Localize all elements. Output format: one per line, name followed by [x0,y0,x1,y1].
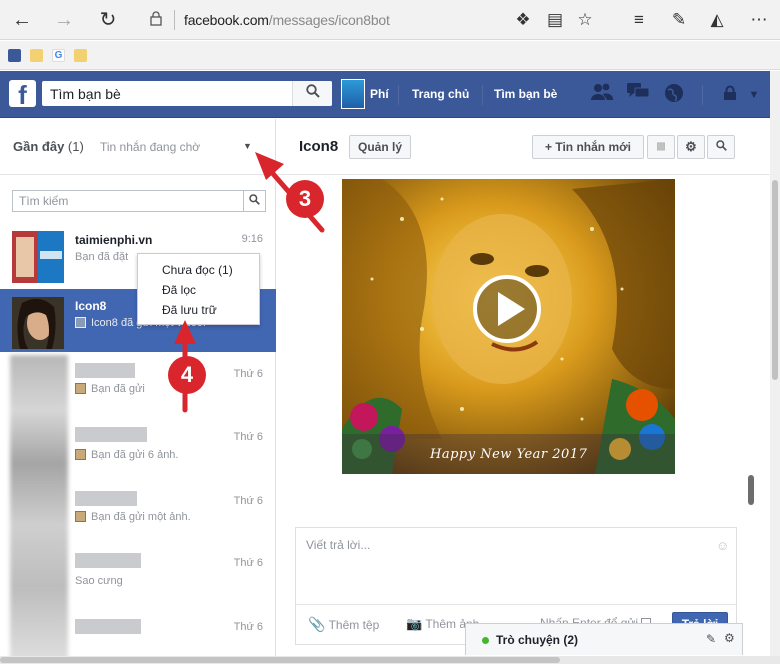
step4-badge: 4 [168,356,206,394]
page-vertical-scroll-thumb[interactable] [772,180,778,380]
page-horizontal-scroll-thumb[interactable] [0,657,560,663]
step3-badge: 3 [286,180,324,218]
annotation-layer [174,152,325,413]
thread-scroll-thumb[interactable] [748,475,754,505]
